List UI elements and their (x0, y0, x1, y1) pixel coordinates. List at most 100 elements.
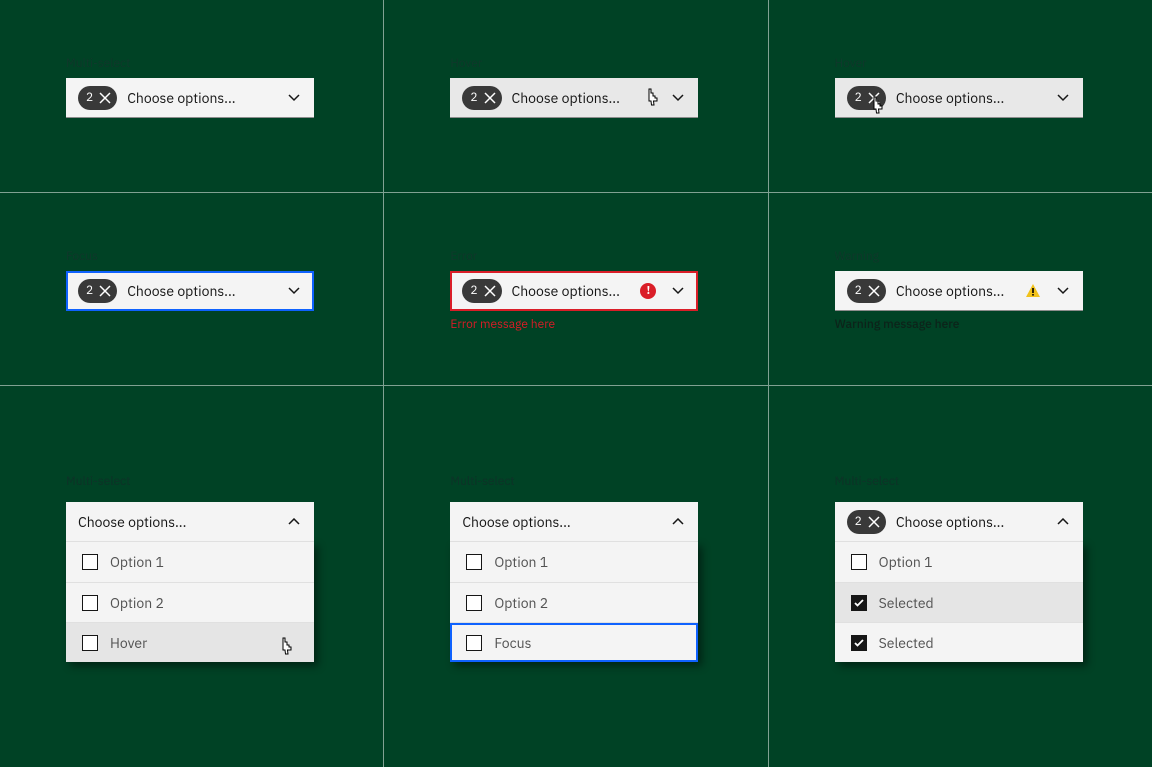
multiselect-field-open[interactable]: 2 Choose options... (835, 502, 1083, 542)
option-label: Focus (494, 634, 531, 652)
clear-selection-icon[interactable] (482, 283, 498, 299)
selection-count-badge[interactable]: 2 (462, 86, 501, 110)
badge-count: 2 (470, 285, 477, 297)
chevron-down-icon[interactable] (286, 283, 302, 299)
checkbox-unchecked[interactable] (82, 595, 98, 611)
cell-menu-hover: Multi-select Choose options... Option 1 … (0, 386, 383, 767)
checkbox-unchecked[interactable] (851, 554, 867, 570)
pointer-cursor-icon (278, 637, 294, 657)
placeholder-text: Choose options... (896, 513, 1045, 531)
option-label: Option 1 (879, 553, 933, 571)
dropdown-menu: Option 1 Selected Selected (835, 542, 1083, 662)
placeholder-text: Choose options... (127, 282, 276, 300)
clear-selection-icon[interactable] (482, 90, 498, 106)
multiselect-field[interactable]: 2 Choose options... (66, 78, 314, 118)
cell-multiselect-hover-clear: Hover 2 Choose options... (769, 0, 1152, 192)
cell-multiselect-default: Multi-select 2 Choose options... (0, 0, 383, 192)
menu-option[interactable]: Option 1 (66, 542, 314, 582)
badge-count: 2 (855, 285, 862, 297)
option-label: Hover (110, 634, 147, 652)
option-label: Selected (879, 634, 934, 652)
badge-count: 2 (86, 285, 93, 297)
multiselect-field[interactable]: 2 Choose options... ! (450, 271, 698, 311)
state-label: Error (450, 249, 477, 264)
menu-option-selected[interactable]: Selected (835, 582, 1083, 622)
placeholder-text: Choose options... (512, 282, 631, 300)
option-label: Option 2 (110, 594, 164, 612)
pointer-cursor-icon (644, 88, 660, 108)
error-icon: ! (640, 283, 656, 299)
chevron-up-icon[interactable] (670, 514, 686, 530)
error-message: Error message here (450, 317, 555, 332)
selection-count-badge[interactable]: 2 (847, 279, 886, 303)
placeholder-text: Choose options... (127, 89, 276, 107)
menu-option[interactable]: Option 1 (835, 542, 1083, 582)
warning-icon (1025, 283, 1041, 299)
chevron-down-icon[interactable] (670, 90, 686, 106)
menu-option-selected[interactable]: Selected (835, 622, 1083, 662)
menu-option[interactable]: Option 1 (450, 542, 698, 582)
menu-option-focus[interactable]: Focus (450, 622, 698, 662)
multiselect-field[interactable]: 2 Choose options... (835, 78, 1083, 118)
checkbox-unchecked[interactable] (82, 635, 98, 651)
cell-multiselect-hover-field: Hover 2 Choose options... (384, 0, 767, 192)
selection-count-badge[interactable]: 2 (462, 279, 501, 303)
cell-multiselect-error: Error 2 Choose options... ! Error messag… (384, 193, 767, 385)
clear-selection-icon[interactable] (97, 90, 113, 106)
menu-option[interactable]: Option 2 (66, 582, 314, 622)
placeholder-text: Choose options... (512, 89, 641, 107)
clear-selection-icon[interactable] (866, 514, 882, 530)
state-label: Hover (450, 56, 482, 71)
checkbox-unchecked[interactable] (466, 595, 482, 611)
badge-count: 2 (470, 92, 477, 104)
cell-menu-focus: Multi-select Choose options... Option 1 … (384, 386, 767, 767)
state-label: Warning (835, 249, 879, 264)
selection-count-badge[interactable]: 2 (847, 510, 886, 534)
dropdown-menu: Option 1 Option 2 Focus (450, 542, 698, 662)
multiselect-field[interactable]: 2 Choose options... (66, 271, 314, 311)
multiselect-field-open[interactable]: Choose options... (450, 502, 698, 542)
clear-selection-icon[interactable] (866, 283, 882, 299)
selection-count-badge[interactable]: 2 (78, 279, 117, 303)
state-label: Multi-select (450, 474, 514, 489)
cell-multiselect-focus: Focus 2 Choose options... (0, 193, 383, 385)
chevron-down-icon[interactable] (1055, 283, 1071, 299)
selection-count-badge[interactable]: 2 (847, 86, 886, 110)
clear-selection-icon[interactable] (866, 90, 882, 106)
placeholder-text: Choose options... (462, 513, 660, 531)
state-label: Focus (66, 249, 98, 264)
state-label: Multi-select (66, 56, 130, 71)
state-label: Multi-select (835, 474, 899, 489)
selection-count-badge[interactable]: 2 (78, 86, 117, 110)
multiselect-field[interactable]: 2 Choose options... (450, 78, 698, 118)
placeholder-text: Choose options... (896, 89, 1045, 107)
checkbox-unchecked[interactable] (466, 635, 482, 651)
checkbox-unchecked[interactable] (466, 554, 482, 570)
state-label: Multi-select (66, 474, 130, 489)
chevron-down-icon[interactable] (670, 283, 686, 299)
multiselect-field-open[interactable]: Choose options... (66, 502, 314, 542)
warning-message: Warning message here (835, 317, 1086, 332)
badge-count: 2 (855, 516, 862, 528)
placeholder-text: Choose options... (896, 282, 1015, 300)
checkbox-checked[interactable] (851, 595, 867, 611)
clear-selection-icon[interactable] (97, 283, 113, 299)
multiselect-field[interactable]: 2 Choose options... (835, 271, 1083, 311)
option-label: Option 2 (494, 594, 548, 612)
placeholder-text: Choose options... (78, 513, 276, 531)
option-label: Option 1 (494, 553, 548, 571)
menu-option[interactable]: Option 2 (450, 582, 698, 622)
menu-option-hover[interactable]: Hover (66, 622, 314, 662)
badge-count: 2 (855, 92, 862, 104)
cell-menu-selected: Multi-select 2 Choose options... Option … (769, 386, 1152, 767)
dropdown-menu: Option 1 Option 2 Hover (66, 542, 314, 662)
chevron-up-icon[interactable] (286, 514, 302, 530)
chevron-down-icon[interactable] (286, 90, 302, 106)
badge-count: 2 (86, 92, 93, 104)
chevron-up-icon[interactable] (1055, 514, 1071, 530)
chevron-down-icon[interactable] (1055, 90, 1071, 106)
checkbox-unchecked[interactable] (82, 554, 98, 570)
state-label: Hover (835, 56, 867, 71)
checkbox-checked[interactable] (851, 635, 867, 651)
option-label: Option 1 (110, 553, 164, 571)
